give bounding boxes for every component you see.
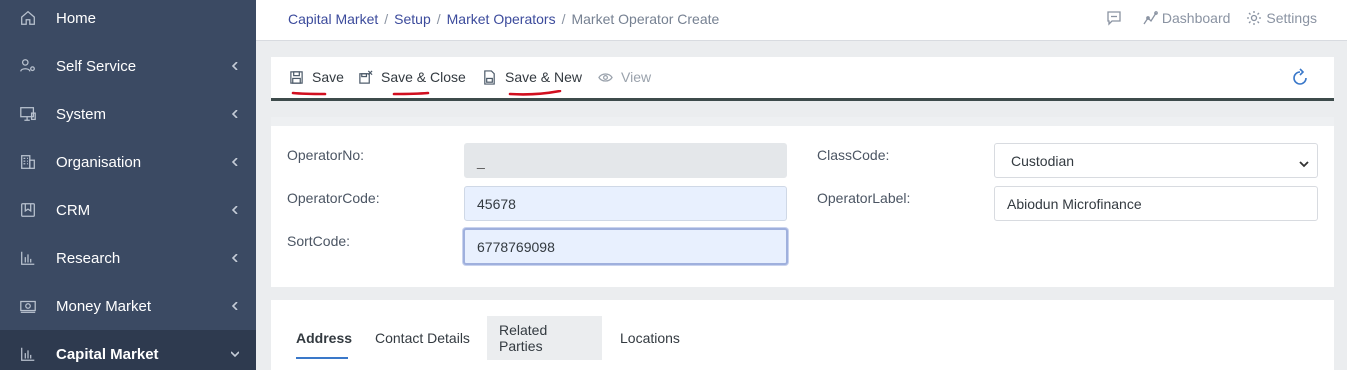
annotation-underline-save-close — [392, 85, 430, 96]
breadcrumb-capital-market[interactable]: Capital Market — [288, 11, 378, 27]
comment-button[interactable] — [1106, 10, 1126, 26]
crm-icon — [18, 200, 38, 220]
save-icon — [290, 70, 303, 84]
save-close-icon — [359, 70, 373, 84]
view-button[interactable]: View — [598, 69, 651, 85]
dashboard-icon — [1143, 11, 1158, 25]
annotation-underline-save — [291, 85, 327, 96]
tab-address[interactable]: Address — [284, 316, 364, 360]
save-button[interactable]: Save — [289, 69, 344, 85]
breadcrumb-separator: / — [561, 11, 566, 27]
save-label: Save — [312, 69, 344, 85]
breadcrumb-setup[interactable]: Setup — [394, 11, 431, 27]
settings-link[interactable]: Settings — [1246, 10, 1317, 26]
form-top-strip — [271, 117, 1334, 126]
save-new-icon — [484, 69, 495, 85]
chevron-left-icon — [230, 61, 240, 71]
sidebar-item-label: Research — [56, 249, 121, 267]
tab-contact-details[interactable]: Contact Details — [363, 316, 482, 360]
operator-code-label: OperatorCode: — [287, 190, 380, 206]
sidebar-item-crm[interactable]: CRM — [0, 186, 256, 234]
refresh-icon — [1293, 68, 1307, 85]
dashboard-label: Dashboard — [1161, 10, 1231, 26]
eye-icon — [598, 72, 613, 82]
sidebar-item-label: System — [56, 105, 107, 123]
home-icon — [18, 8, 38, 28]
operator-no-field[interactable]: _ — [464, 143, 787, 178]
top-header: Capital Market / Setup / Market Operators / Ma… — [256, 0, 1347, 41]
user-gear-icon — [18, 56, 38, 76]
class-code-value: Custodian — [1011, 152, 1075, 169]
monitor-icon — [18, 104, 38, 124]
active-tab-indicator — [296, 357, 348, 359]
settings-label: Settings — [1266, 10, 1317, 26]
action-toolbar: Save Save & Close Save & New View — [271, 57, 1334, 101]
chevron-left-icon — [230, 205, 240, 215]
tab-related-parties[interactable]: Related Parties — [487, 316, 602, 360]
chevron-down-icon — [1299, 156, 1309, 168]
detail-tabs: Address Contact Details Related Parties … — [271, 300, 1334, 370]
refresh-button[interactable] — [1290, 68, 1310, 88]
operator-code-field[interactable]: 45678 — [464, 186, 787, 221]
view-label: View — [621, 69, 652, 85]
class-code-select[interactable]: Custodian — [994, 143, 1318, 178]
sidebar-item-label: Organisation — [56, 153, 142, 171]
save-close-label: Save & Close — [381, 69, 466, 85]
operator-form: OperatorNo: _ OperatorCode: 45678 SortCo… — [271, 117, 1334, 287]
sidebar-item-label: Money Market — [56, 297, 152, 315]
operator-label-field[interactable]: Abiodun Microfinance — [994, 186, 1318, 221]
sort-code-label: SortCode: — [287, 233, 351, 249]
chevron-left-icon — [230, 157, 240, 167]
sidebar: Home Self Service System Organisation CR… — [0, 0, 256, 370]
tab-locations[interactable]: Locations — [608, 316, 692, 360]
sidebar-item-self-service[interactable]: Self Service — [0, 42, 256, 90]
bar-chart-icon — [18, 248, 38, 268]
breadcrumb-separator: / — [436, 11, 441, 27]
gear-icon — [1247, 11, 1262, 25]
money-icon — [18, 296, 38, 316]
breadcrumb-current: Market Operator Create — [571, 11, 720, 27]
sidebar-item-label: Home — [56, 9, 97, 27]
operator-label-label: OperatorLabel: — [817, 190, 911, 206]
chevron-left-icon — [230, 109, 240, 119]
chevron-down-icon — [230, 349, 240, 359]
operator-no-label: OperatorNo: — [287, 147, 365, 163]
bar-chart-icon — [18, 344, 38, 364]
save-new-button[interactable]: Save & New — [482, 69, 582, 85]
sidebar-item-organisation[interactable]: Organisation — [0, 138, 256, 186]
sidebar-item-home[interactable]: Home — [0, 0, 256, 42]
building-icon — [18, 152, 38, 172]
breadcrumb-separator: / — [384, 11, 389, 27]
header-actions: Dashboard Settings — [1090, 10, 1317, 26]
annotation-underline-save-new — [508, 85, 562, 96]
sidebar-item-research[interactable]: Research — [0, 234, 256, 282]
sidebar-item-label: Self Service — [56, 57, 137, 75]
comment-icon — [1107, 11, 1121, 26]
chevron-left-icon — [230, 253, 240, 263]
breadcrumb: Capital Market / Setup / Market Operators / Ma… — [288, 11, 719, 27]
chevron-left-icon — [230, 301, 240, 311]
breadcrumb-market-operators[interactable]: Market Operators — [447, 11, 556, 27]
sidebar-item-money-market[interactable]: Money Market — [0, 282, 256, 330]
sidebar-item-capital-market[interactable]: Capital Market — [0, 330, 256, 370]
class-code-label: ClassCode: — [817, 147, 890, 163]
sidebar-item-label: CRM — [56, 201, 91, 219]
save-new-label: Save & New — [505, 69, 583, 85]
sort-code-field[interactable]: 6778769098 — [463, 228, 788, 265]
sidebar-item-system[interactable]: System — [0, 90, 256, 138]
sidebar-item-label: Capital Market — [56, 345, 159, 363]
save-close-button[interactable]: Save & Close — [358, 69, 466, 85]
dashboard-link[interactable]: Dashboard — [1142, 10, 1231, 26]
